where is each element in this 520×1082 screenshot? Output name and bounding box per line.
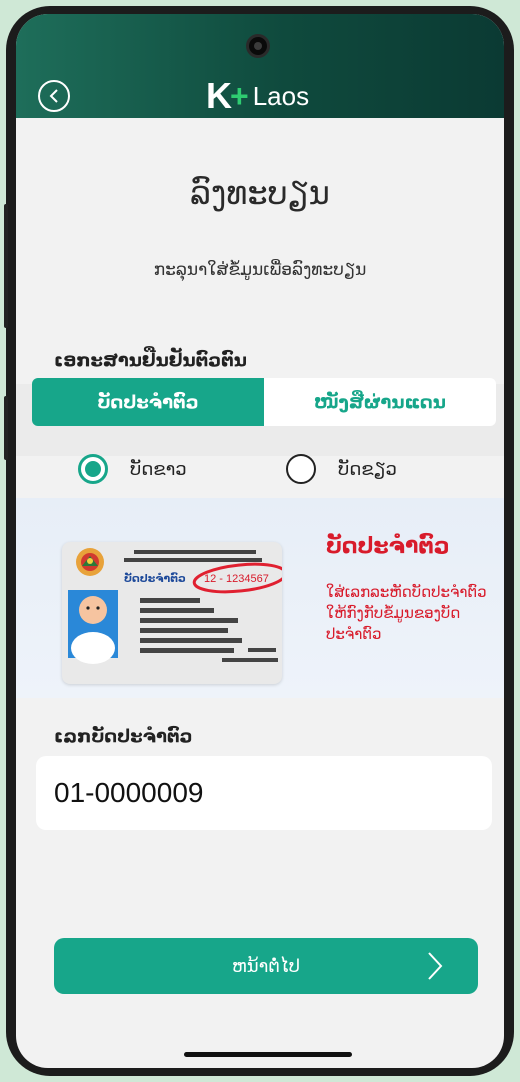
- radio-green-card[interactable]: ບັດຂຽວ: [286, 454, 397, 484]
- id-number-label: ເລກບັດປະຈຳຕົວ: [54, 726, 193, 747]
- chevron-left-icon: [49, 89, 58, 103]
- radio-green-card-label: ບັດຂຽວ: [338, 458, 397, 480]
- id-card-illustration: ບັດປະຈຳຕົວ 12 - 1234567: [62, 542, 288, 684]
- page-subtitle: ກະລຸນາໃສ່ຂໍ້ມູນເພື່ອລົງທະບຽນ: [153, 260, 367, 280]
- page-title: ລົງທະບຽນ: [190, 174, 330, 212]
- radio-white-card[interactable]: ບັດຂາວ: [78, 454, 187, 484]
- app-screen: K + Laos ລົງທະບຽນ ກະລຸນາໃສ່ຂໍ້ມູນເພື່ອລົ…: [16, 14, 504, 1068]
- radio-white-card-indicator[interactable]: [78, 454, 108, 484]
- photo-placeholder-icon: [68, 590, 118, 664]
- document-type-tabs: ບັດປະຈຳຕົວ ໜັງສືຜ່ານແດນ: [32, 378, 496, 426]
- next-button[interactable]: ຫນ້າຕໍ່ໄປ: [54, 938, 478, 994]
- radio-green-card-indicator[interactable]: [286, 454, 316, 484]
- power-button: [4, 396, 8, 460]
- back-button[interactable]: [38, 80, 70, 112]
- tab-id-card[interactable]: ບັດປະຈຳຕົວ: [32, 378, 264, 426]
- chevron-right-icon: [428, 952, 443, 980]
- lao-emblem-icon: [76, 548, 104, 576]
- logo-text: Laos: [252, 81, 310, 111]
- volume-button: [4, 204, 8, 328]
- front-camera: [246, 34, 270, 58]
- app-header: K + Laos: [16, 14, 504, 118]
- app-logo: K + Laos: [206, 75, 310, 116]
- logo-k: K: [206, 75, 232, 116]
- example-description: ໃສ່ເລກລະຫັດບັດປະຈຳຕົວໃຫ້ກົງກັບຂໍ້ມູນຂອງບ…: [326, 583, 487, 643]
- document-section-label: ເອກະສານຢືນຢັນຕົວຕົນ: [54, 350, 247, 371]
- tab-passport[interactable]: ໜັງສືຜ່ານແດນ: [264, 378, 496, 426]
- example-title: ບັດປະຈຳຕົວ: [326, 534, 450, 559]
- id-number-input[interactable]: [36, 756, 492, 830]
- id-card-graphic: ບັດປະຈຳຕົວ 12 - 1234567: [68, 548, 288, 664]
- home-indicator: [184, 1052, 352, 1057]
- next-button-label: ຫນ້າຕໍ່ໄປ: [232, 955, 300, 977]
- logo-plus: +: [230, 78, 249, 114]
- card-number-text: 12 - 1234567: [204, 573, 269, 585]
- card-label-text: ບັດປະຈຳຕົວ: [124, 571, 186, 585]
- radio-white-card-label: ບັດຂາວ: [130, 458, 187, 480]
